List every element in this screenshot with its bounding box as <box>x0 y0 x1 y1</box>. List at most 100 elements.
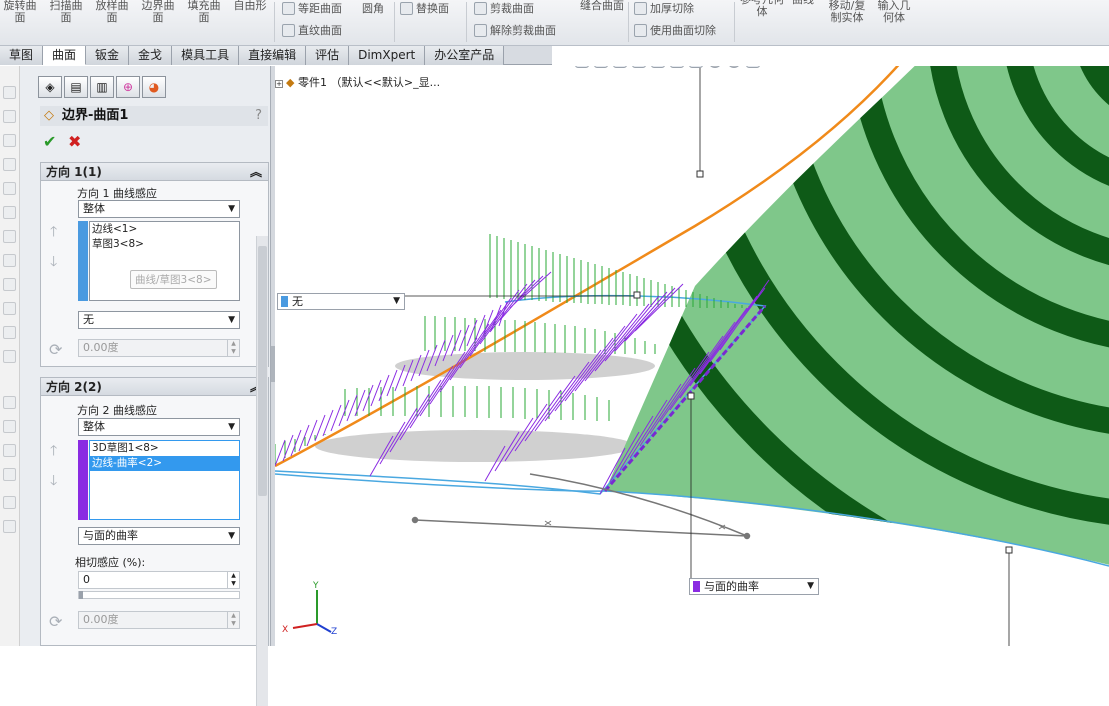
section-view-icon[interactable] <box>632 66 646 68</box>
zoom-to-area-icon[interactable] <box>594 66 608 68</box>
replace-face-button[interactable]: 替换面 <box>400 0 449 16</box>
direction2-tangency-select[interactable]: 与面的曲率 ▼ <box>78 527 240 545</box>
lofted-surface-button[interactable]: 放样曲面 <box>92 0 132 24</box>
freeform-button[interactable]: 自由形 <box>230 0 270 12</box>
direction1-tangency-select[interactable]: 无 ▼ <box>78 311 240 329</box>
configuration-manager-tab-icon[interactable]: ▥ <box>90 76 114 98</box>
list-item-selected[interactable]: 边线-曲率<2> <box>90 456 239 471</box>
direction2-curve-influence-select[interactable]: 整体 ▼ <box>78 418 240 436</box>
tool-icon[interactable] <box>3 444 16 457</box>
scene-icon[interactable] <box>727 66 741 68</box>
direction1-header-label: 方向 1(1) <box>46 165 102 179</box>
tool-icon[interactable] <box>3 520 16 533</box>
direction2-header[interactable]: 方向 2(2) ︽ <box>41 378 268 396</box>
direction1-curve-influence-select[interactable]: 整体 ▼ <box>78 200 240 218</box>
ruled-surface-button[interactable]: 直纹曲面 <box>282 22 342 38</box>
direction1-curve-list[interactable]: 边线<1> 草图3<8> 曲线/草图3<8> <box>89 221 240 301</box>
display-style-icon[interactable] <box>670 66 684 68</box>
move-copy-body-button[interactable]: 移动/复制实体 <box>824 0 870 24</box>
tool-icon[interactable] <box>3 134 16 147</box>
direction2-tangency-callout[interactable]: 与面的曲率 ▼ <box>689 578 819 595</box>
view-orientation-icon[interactable] <box>651 66 665 68</box>
direction1-header[interactable]: 方向 1(1) ︽ <box>41 163 268 181</box>
untrim-surface-button[interactable]: 解除剪裁曲面 <box>474 22 556 38</box>
tool-icon[interactable] <box>3 278 16 291</box>
slider-thumb[interactable] <box>79 591 83 599</box>
spinner-arrows-icon[interactable]: ▲ ▼ <box>227 340 239 356</box>
tool-icon[interactable] <box>3 326 16 339</box>
direction1-angle-spinner[interactable]: 0.00度 ▲ ▼ <box>78 339 240 357</box>
previous-view-icon[interactable] <box>613 66 627 68</box>
list-item[interactable]: 边线<1> <box>90 222 239 237</box>
expand-icon[interactable]: + <box>275 80 283 88</box>
spinner-arrows-icon[interactable]: ▲ ▼ <box>227 612 239 628</box>
tool-icon[interactable] <box>3 158 16 171</box>
tool-icon[interactable] <box>3 182 16 195</box>
import-geometry-button[interactable]: 输入几何体 <box>874 0 914 24</box>
swept-surface-button[interactable]: 扫描曲面 <box>46 0 86 24</box>
direction1-tangency-callout[interactable]: 无 ▼ <box>277 293 405 310</box>
tangent-influence-slider[interactable] <box>78 591 240 599</box>
list-item[interactable]: 3D草图1<8> <box>90 441 239 456</box>
tangent-influence-spinner[interactable]: 0 ▲ ▼ <box>78 571 240 589</box>
direction2-curve-list[interactable]: 3D草图1<8> 边线-曲率<2> <box>89 440 240 520</box>
tab-office-products[interactable]: 办公室产品 <box>425 46 505 65</box>
tool-icon[interactable] <box>3 86 16 99</box>
tab-jinge[interactable]: 金戈 <box>129 46 173 65</box>
tab-sheet-metal[interactable]: 钣金 <box>86 46 130 65</box>
tool-icon[interactable] <box>3 254 16 267</box>
curves-button[interactable]: 曲线 <box>788 0 818 6</box>
tab-dimxpert[interactable]: DimXpert <box>349 46 426 65</box>
appearance-icon[interactable] <box>708 66 722 68</box>
part-name[interactable]: 零件1 （默认<<默认>_显... <box>298 76 440 89</box>
tab-sketch[interactable]: 草图 <box>0 46 44 65</box>
tool-icon[interactable] <box>3 420 16 433</box>
property-manager-scrollbar[interactable] <box>256 236 268 706</box>
boundary-surface-button[interactable]: 边界曲面 <box>138 0 178 24</box>
tool-icon[interactable] <box>3 206 16 219</box>
fillet-button[interactable]: 圆角 <box>362 0 384 16</box>
reverse-direction-icon[interactable]: ⟳ <box>49 340 62 359</box>
tab-evaluate[interactable]: 评估 <box>306 46 350 65</box>
ok-button[interactable]: ✔ <box>43 132 56 151</box>
cancel-button[interactable]: ✖ <box>68 132 81 151</box>
tool-icon[interactable] <box>3 396 16 409</box>
knit-surface-button[interactable]: 缝合曲面 <box>580 0 624 12</box>
offset-surface-button[interactable]: 等距曲面 <box>282 0 342 16</box>
tool-icon[interactable] <box>3 302 16 315</box>
tab-mold-tools[interactable]: 模具工具 <box>172 46 240 65</box>
display-manager-tab-icon[interactable]: ◕ <box>142 76 166 98</box>
help-icon[interactable]: ? <box>255 106 262 126</box>
move-up-icon[interactable]: 🡑 <box>50 221 57 245</box>
move-down-icon[interactable]: 🡓 <box>50 470 57 494</box>
direction2-angle-spinner[interactable]: 0.00度 ▲ ▼ <box>78 611 240 629</box>
list-item[interactable]: 草图3<8> <box>90 237 239 252</box>
tool-icon[interactable] <box>3 110 16 123</box>
dimxpert-manager-tab-icon[interactable]: ⊕ <box>116 76 140 98</box>
hide-show-items-icon[interactable] <box>689 66 703 68</box>
filled-surface-button[interactable]: 填充曲面 <box>184 0 224 24</box>
flyout-feature-tree[interactable]: + ◆ 零件1 （默认<<默认>_显... <box>275 74 440 90</box>
reverse-direction-icon[interactable]: ⟳ <box>49 612 62 631</box>
spinner-arrows-icon[interactable]: ▲ ▼ <box>227 572 239 588</box>
property-manager-tab-icon[interactable]: ▤ <box>64 76 88 98</box>
scrollbar-thumb[interactable] <box>258 246 267 496</box>
reference-geometry-button[interactable]: 参考几何体 <box>740 0 784 18</box>
move-up-icon[interactable]: 🡑 <box>50 440 57 464</box>
collapse-icon[interactable]: ︽ <box>250 163 262 181</box>
feature-tree-tab-icon[interactable]: ◈ <box>38 76 62 98</box>
view-settings-icon[interactable] <box>746 66 760 68</box>
tab-direct-editing[interactable]: 直接编辑 <box>239 46 307 65</box>
tool-icon[interactable] <box>3 350 16 363</box>
trim-surface-button[interactable]: 剪裁曲面 <box>474 0 534 16</box>
zoom-to-fit-icon[interactable] <box>575 66 589 68</box>
tool-icon[interactable] <box>3 496 16 509</box>
surface-cut-button[interactable]: 使用曲面切除 <box>634 22 716 38</box>
tool-icon[interactable] <box>3 468 16 481</box>
graphics-area[interactable]: + ◆ 零件1 （默认<<默认>_显... 无 ▼ 与面的曲率 ▼ misumi … <box>275 66 1109 646</box>
move-down-icon[interactable]: 🡓 <box>50 251 57 275</box>
revolved-surface-button[interactable]: 旋转曲面 <box>0 0 40 24</box>
thicken-cut-button[interactable]: 加厚切除 <box>634 0 694 16</box>
tab-surfaces[interactable]: 曲面 <box>43 46 87 65</box>
tool-icon[interactable] <box>3 230 16 243</box>
